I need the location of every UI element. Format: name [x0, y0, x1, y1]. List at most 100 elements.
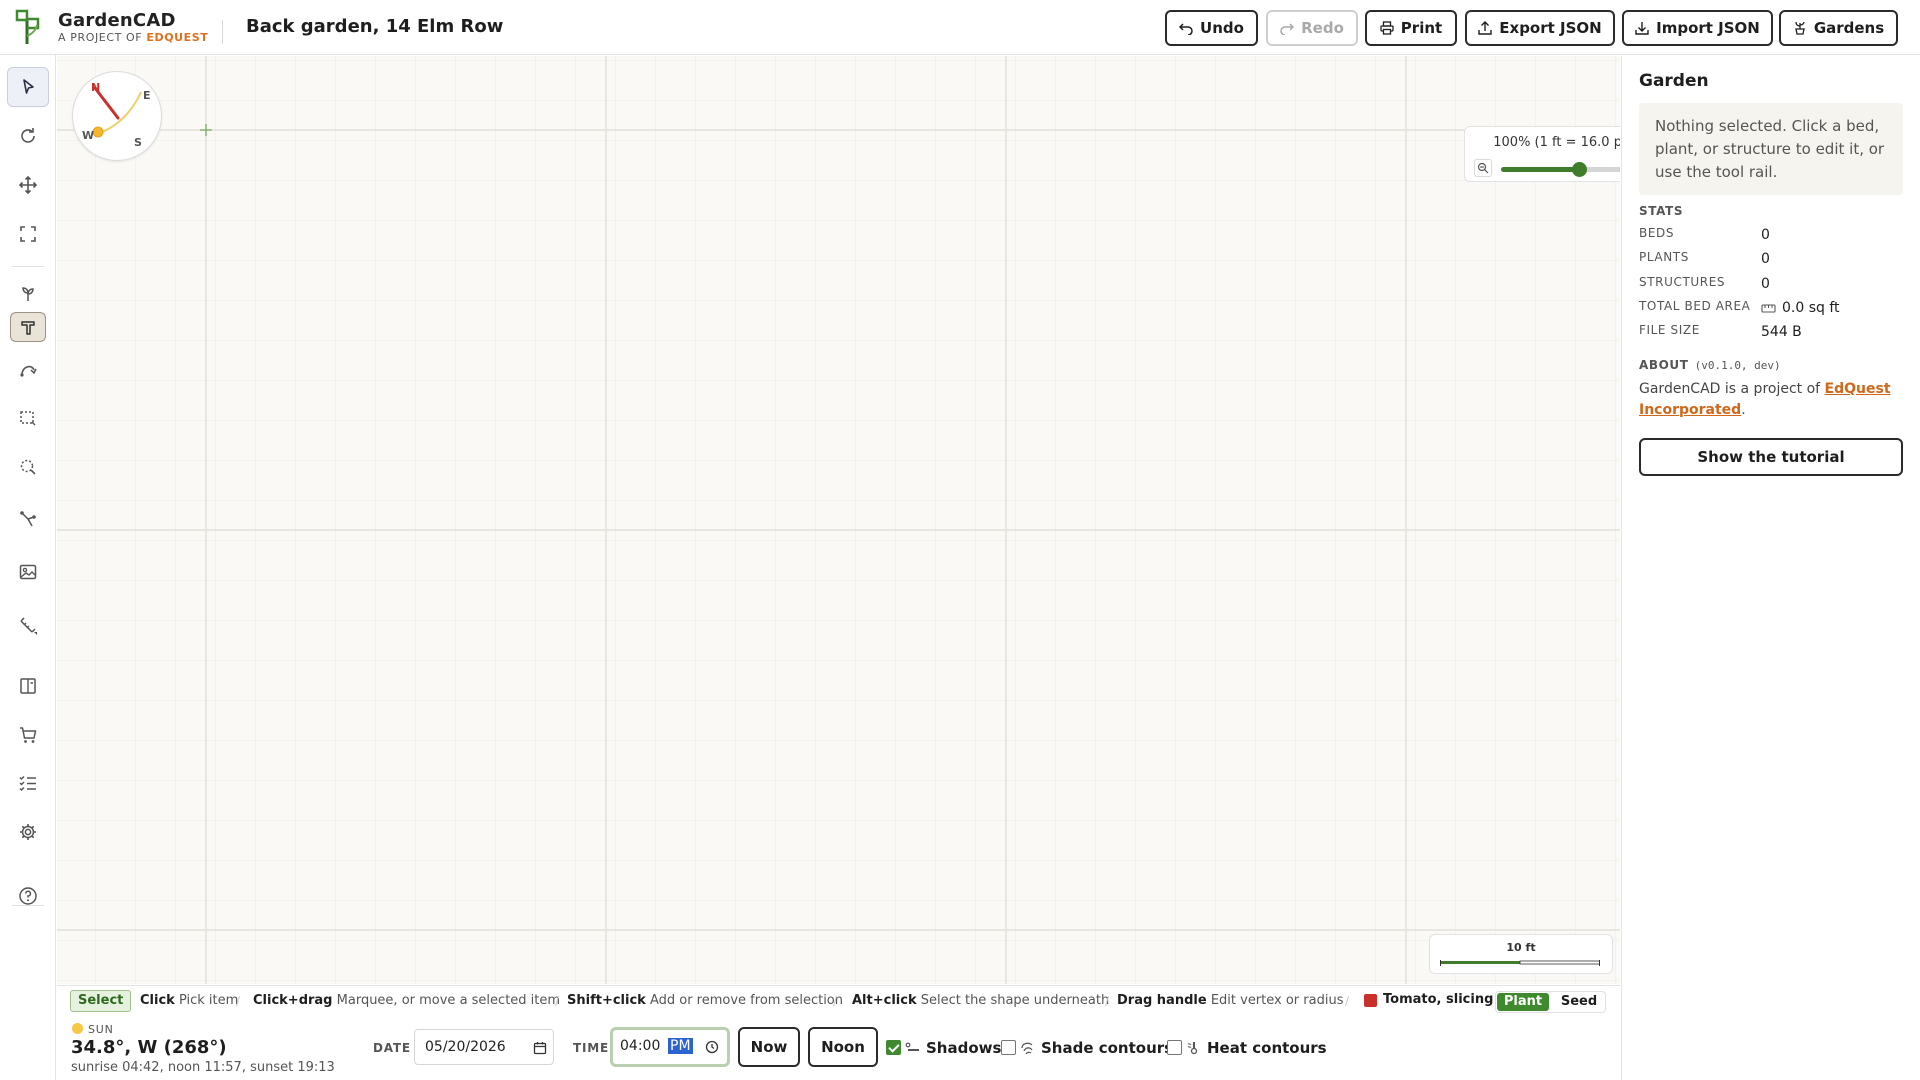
plant-pot-icon	[1795, 21, 1805, 35]
sun-bar: SUN 34.8°, W (268°) sunrise 04:42, noon …	[57, 1015, 1620, 1080]
current-species[interactable]: Tomato, slicing	[1383, 992, 1493, 1007]
import-json-button[interactable]: Import JSON	[1622, 10, 1773, 46]
top-divider	[222, 20, 223, 44]
hint-desc: Marquee, or move a selected item	[336, 993, 561, 1008]
plant-mode-option[interactable]: Plant	[1497, 993, 1549, 1011]
print-button[interactable]: Print	[1365, 10, 1457, 46]
gardens-button[interactable]: Gardens	[1779, 10, 1898, 46]
pan-tool[interactable]	[7, 165, 49, 205]
select-tool[interactable]	[7, 67, 49, 107]
stat-plants-label: PLANTS	[1639, 250, 1689, 264]
cart-icon	[20, 727, 37, 743]
hint-shift-click: Shift+click Add or remove from selection	[567, 993, 843, 1008]
date-input[interactable]: 05/20/2026	[414, 1029, 554, 1065]
seed-mode-option[interactable]: Seed	[1554, 993, 1604, 1011]
shopping-tool[interactable]	[7, 715, 49, 755]
time-input[interactable]: 04:00 PM	[610, 1027, 730, 1067]
compass-east: E	[143, 89, 151, 102]
book-icon	[20, 678, 36, 694]
app-name: GardenCAD	[58, 10, 176, 31]
garden-canvas[interactable]: N E S W 100% (1 ft = 16.0 px) 10 ft	[57, 56, 1620, 984]
hammer-icon	[21, 321, 35, 335]
inspector-panel: Garden Nothing selected. Click a bed, pl…	[1621, 56, 1920, 1080]
about-version: (v0.1.0, dev)	[1694, 359, 1781, 372]
canvas-grid	[57, 56, 1620, 984]
dashed-rect-icon	[20, 411, 36, 426]
shade-contours-checkbox[interactable]	[1001, 1040, 1016, 1055]
scale-bar	[1440, 960, 1600, 966]
hint-separator: /	[555, 994, 560, 1008]
hint-key: Click	[140, 993, 175, 1008]
import-label: Import JSON	[1656, 19, 1760, 37]
heat-contours-label: Heat contours	[1207, 1039, 1327, 1057]
zoom-out-button[interactable]	[1474, 159, 1492, 177]
sun-angle: 34.8°, W (268°)	[71, 1037, 227, 1058]
stat-beds-value: 0	[1761, 227, 1770, 243]
rect-select-tool[interactable]	[7, 398, 49, 438]
curve-tool[interactable]	[7, 350, 49, 390]
garden-title: Back garden, 14 Elm Row	[246, 16, 504, 37]
plant-seed-toggle: Plant Seed	[1495, 991, 1606, 1013]
shade-contours-label: Shade contours	[1041, 1039, 1174, 1057]
hint-key: Drag handle	[1117, 993, 1207, 1008]
undo-button[interactable]: Undo	[1165, 10, 1258, 46]
tool-rail	[0, 55, 56, 1080]
gardens-label: Gardens	[1813, 19, 1885, 37]
show-tutorial-button[interactable]: Show the tutorial	[1639, 438, 1903, 476]
path-tool[interactable]	[7, 499, 49, 539]
hint-separator: /	[1345, 994, 1350, 1008]
stat-plants-value: 0	[1761, 251, 1770, 267]
download-icon	[1635, 22, 1649, 35]
clock-icon[interactable]	[705, 1040, 719, 1054]
sprout-icon	[22, 287, 34, 301]
catalog-tool[interactable]	[7, 666, 49, 706]
rotate-tool[interactable]	[7, 116, 49, 156]
settings-tool[interactable]	[7, 812, 49, 852]
species-color-swatch	[1364, 994, 1377, 1007]
image-tool[interactable]	[7, 552, 49, 592]
undo-icon	[1179, 23, 1193, 35]
about-text: GardenCAD is a project of EdQuest Incorp…	[1639, 379, 1909, 421]
bed-tool[interactable]	[10, 312, 46, 342]
shadows-checkbox[interactable]	[886, 1040, 901, 1055]
scale-bar-panel: 10 ft	[1429, 934, 1613, 974]
hint-desc: Select the shape underneath	[920, 993, 1110, 1008]
compass-dial	[92, 86, 142, 138]
measure-tool[interactable]	[7, 605, 49, 645]
heat-contours-checkbox[interactable]	[1167, 1040, 1182, 1055]
area-ruler-icon	[1761, 304, 1776, 313]
hint-key: Click+drag	[253, 993, 333, 1008]
redo-button[interactable]: Redo	[1266, 10, 1358, 46]
help-tool[interactable]	[7, 876, 49, 916]
zoom-panel: 100% (1 ft = 16.0 px)	[1464, 126, 1620, 182]
plant-tool[interactable]	[7, 274, 49, 314]
app-tagline: A PROJECT OF EDQUEST	[58, 31, 208, 44]
zoom-slider[interactable]	[1501, 162, 1620, 177]
stat-bed-area-label: TOTAL BED AREA	[1639, 299, 1751, 313]
sun-icon	[72, 1023, 83, 1034]
fit-view-tool[interactable]	[7, 214, 49, 254]
date-label: DATE	[373, 1041, 411, 1055]
thermometer-icon	[1187, 1042, 1198, 1055]
time-label: TIME	[573, 1041, 609, 1055]
hint-click-drag: Click+drag Marquee, or move a selected i…	[253, 993, 560, 1008]
tasks-tool[interactable]	[7, 763, 49, 803]
zoom-slider-thumb[interactable]	[1572, 162, 1588, 177]
tagline-brand: EDQUEST	[146, 31, 209, 44]
calendar-icon[interactable]	[533, 1041, 547, 1055]
export-json-button[interactable]: Export JSON	[1465, 10, 1615, 46]
printer-icon	[1380, 21, 1394, 35]
rotate-icon	[21, 128, 35, 143]
stat-file-size-value: 544 B	[1761, 324, 1802, 340]
noon-button[interactable]: Noon	[808, 1027, 878, 1067]
upload-icon	[1478, 21, 1492, 35]
lasso-icon	[20, 459, 36, 475]
now-button[interactable]: Now	[738, 1027, 800, 1067]
undo-label: Undo	[1200, 19, 1244, 37]
stat-bed-area-value: 0.0 sq ft	[1782, 300, 1840, 316]
time-ampm[interactable]: PM	[668, 1038, 693, 1054]
gardencad-logo-icon	[15, 9, 40, 44]
lasso-tool[interactable]	[7, 447, 49, 487]
redo-icon	[1280, 23, 1295, 35]
compass-south: S	[134, 136, 142, 149]
